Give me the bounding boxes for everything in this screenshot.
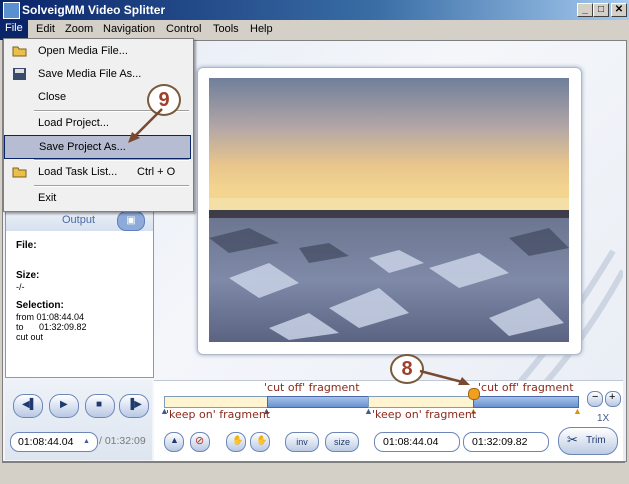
timeline-segment-cut-1[interactable]: [267, 396, 369, 408]
folder-open-icon: [12, 165, 28, 182]
marker-in-time-value: 01:08:44.04: [383, 436, 439, 448]
zoom-out-button[interactable]: −: [587, 391, 603, 407]
size-button[interactable]: size: [325, 432, 359, 452]
output-panel: Output ▣ File: Size: -/- Selection: from…: [5, 208, 154, 378]
marker-out-time-value: 01:32:09.82: [472, 436, 528, 448]
scissors-icon: ✂: [567, 432, 578, 447]
cut-fragment-label-1: 'cut off' fragment: [264, 381, 360, 394]
size-value: -/-: [16, 282, 25, 292]
zoom-level: 1X: [597, 413, 610, 424]
video-preview: [197, 67, 582, 355]
timeline-segment-keep-1[interactable]: [164, 396, 268, 408]
marker-in-time-field[interactable]: 01:08:44.04: [374, 432, 460, 452]
transport-panel: ◀▌ ▶ ■ ▐▶ 01:08:44.04 ▲ / 01:32:09: [5, 380, 152, 460]
menu-navigation[interactable]: Navigation: [103, 23, 155, 35]
marker-left-button[interactable]: ✋: [226, 432, 246, 452]
load-task-shortcut: Ctrl + O: [137, 166, 176, 178]
menu-control[interactable]: Control: [166, 23, 201, 35]
folder-open-icon: [12, 44, 28, 61]
timeline-segment-keep-2[interactable]: [368, 396, 474, 408]
step-forward-button[interactable]: ▐▶: [119, 394, 149, 418]
floppy-disk-icon: [12, 67, 28, 84]
keep-fragment-label-1: 'keep on' fragment: [166, 408, 271, 421]
menu-file[interactable]: File: [0, 20, 28, 40]
video-frame-image: [209, 78, 569, 342]
app-icon: [3, 2, 20, 19]
menu-zoom[interactable]: Zoom: [65, 23, 93, 35]
annotation-arrow-8: [419, 369, 470, 385]
menu-load-task-list[interactable]: Load Task List... Ctrl + O: [4, 161, 191, 183]
timeline-panel: 'cut off' fragment 'cut off' fragment ▲ …: [154, 380, 623, 461]
menu-bar: File Edit Zoom Navigation Control Tools …: [0, 20, 629, 40]
current-time-value: 01:08:44.04: [18, 436, 74, 448]
step-back-button[interactable]: ◀▌: [13, 394, 43, 418]
selection-to-label: to: [16, 322, 24, 332]
keep-fragment-label-2: 'keep on' fragment: [372, 408, 477, 421]
save-output-icon[interactable]: ▣: [117, 211, 145, 231]
cut-fragment-label-2: 'cut off' fragment: [478, 381, 574, 394]
trim-button[interactable]: ✂ Trim: [558, 427, 618, 455]
close-button[interactable]: ✕: [611, 3, 627, 17]
play-button[interactable]: ▶: [49, 394, 79, 418]
trim-label: Trim: [586, 435, 606, 446]
selection-to-value: 01:32:09.82: [39, 322, 87, 332]
menu-tools[interactable]: Tools: [213, 23, 239, 35]
menu-help[interactable]: Help: [250, 23, 273, 35]
invert-selection-button[interactable]: inv: [285, 432, 319, 452]
maximize-button[interactable]: □: [593, 3, 609, 17]
go-to-marker-button[interactable]: ▲: [164, 432, 184, 452]
minimize-button[interactable]: _: [577, 3, 593, 17]
current-time-field[interactable]: 01:08:44.04 ▲: [10, 432, 98, 452]
menu-save-media[interactable]: Save Media File As...: [4, 63, 191, 85]
status-bar: [2, 462, 625, 481]
output-title: Output: [62, 214, 96, 226]
output-header: Output ▣: [6, 209, 153, 231]
total-time: / 01:32:09: [99, 435, 146, 447]
menu-edit[interactable]: Edit: [36, 23, 55, 35]
size-label: Size:: [16, 270, 40, 281]
window-title: SolveigMM Video Splitter: [22, 3, 166, 17]
delete-marker-button[interactable]: ⊘: [190, 432, 210, 452]
selection-label: Selection:: [16, 300, 64, 311]
annotation-arrow-9: [128, 108, 163, 143]
marker-right-button[interactable]: ✋: [250, 432, 270, 452]
time-spin-icon[interactable]: ▲: [83, 433, 90, 451]
stop-button[interactable]: ■: [85, 394, 115, 418]
selection-from: from 01:08:44.04: [16, 312, 85, 322]
file-label: File:: [16, 240, 37, 251]
menu-open-media[interactable]: Open Media File...: [4, 40, 191, 62]
zoom-in-button[interactable]: +: [605, 391, 621, 407]
menu-exit[interactable]: Exit: [4, 187, 191, 209]
marker-out-time-field[interactable]: 01:32:09.82: [463, 432, 549, 452]
selection-mode: cut out: [16, 332, 44, 342]
timeline-segment-cut-2[interactable]: [473, 396, 579, 408]
title-bar: SolveigMM Video Splitter _ □ ✕: [0, 0, 629, 20]
marker-end-icon[interactable]: ▲: [573, 406, 582, 416]
